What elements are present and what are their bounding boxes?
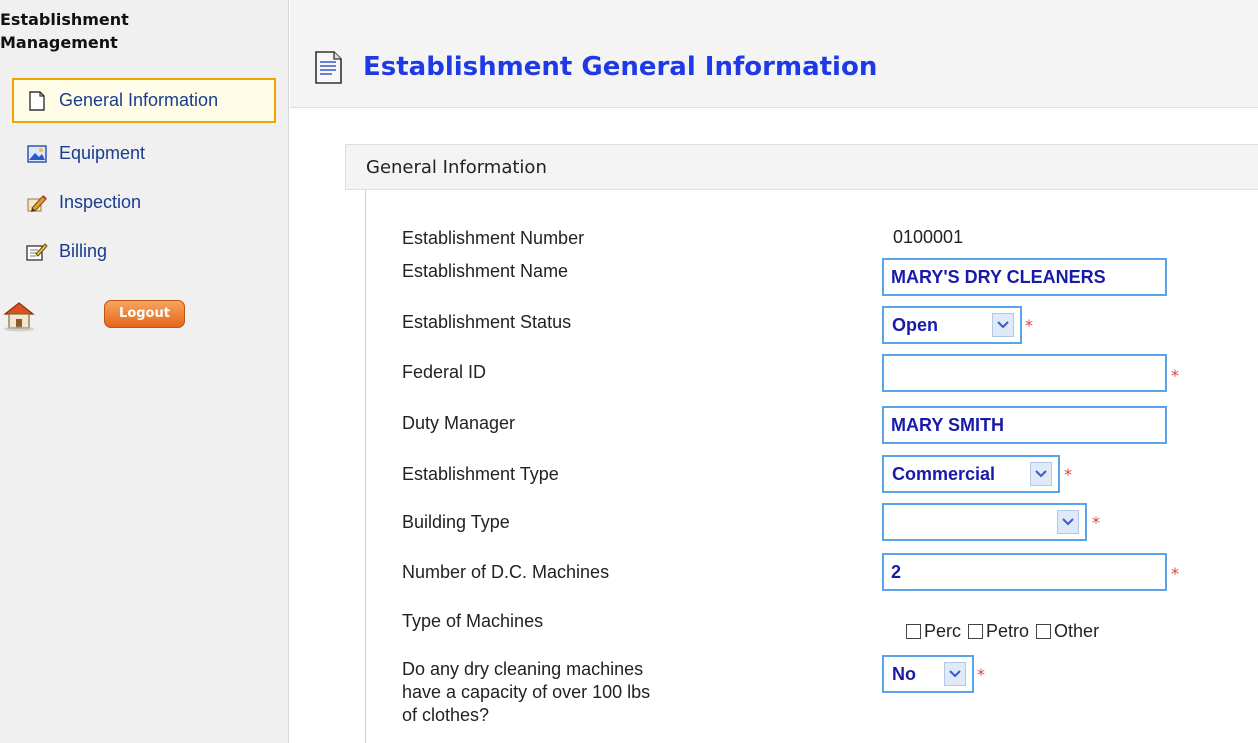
sidebar: Establishment Management General Informa… (0, 0, 289, 743)
sidebar-item-label: Billing (59, 241, 108, 261)
federal-id-label: Federal ID (402, 362, 487, 382)
establishment-type-label: Establishment Type (402, 464, 559, 484)
required-marker: * (977, 665, 985, 684)
chevron-down-icon[interactable] (1057, 510, 1079, 534)
establishment-name-field[interactable]: MARY'S DRY CLEANERS (882, 258, 1167, 296)
sidebar-title: Establishment Management (0, 10, 129, 52)
capacity-select[interactable]: No (882, 655, 974, 693)
home-icon[interactable] (2, 300, 36, 332)
other-label: Other (1054, 621, 1100, 641)
section-title: General Information (366, 156, 547, 178)
perc-label: Perc (924, 621, 962, 641)
dc-machines-label: Number of D.C. Machines (402, 562, 610, 582)
capacity-value: No (892, 663, 916, 684)
capacity-question-line-3: of clothes? (402, 705, 490, 725)
required-marker: * (1025, 316, 1033, 335)
sidebar-item-label: General Information (59, 90, 219, 110)
perc-checkbox[interactable] (906, 624, 921, 639)
pencil-icon (26, 192, 48, 214)
sidebar-item-general-information[interactable]: General Information (12, 78, 276, 123)
page-icon (26, 90, 48, 112)
edit-icon (26, 241, 48, 263)
machine-types-label: Type of Machines (402, 611, 544, 631)
establishment-status-label: Establishment Status (402, 312, 572, 332)
capacity-question-line-2: have a capacity of over 100 lbs (402, 682, 651, 702)
sidebar-item-label: Inspection (59, 192, 142, 212)
document-icon (310, 48, 346, 86)
sidebar-item-inspection[interactable]: Inspection (12, 180, 276, 225)
petro-label: Petro (986, 621, 1030, 641)
section-divider (365, 190, 366, 743)
establishment-type-value: Commercial (892, 463, 996, 484)
establishment-status-value: Open (892, 314, 939, 335)
dc-machines-field[interactable]: 2 (882, 553, 1167, 591)
establishment-number-label: Establishment Number (402, 228, 585, 248)
chevron-down-icon[interactable] (992, 313, 1014, 337)
building-type-label: Building Type (402, 512, 510, 532)
petro-checkbox[interactable] (968, 624, 984, 639)
establishment-name-label: Establishment Name (402, 261, 569, 281)
duty-manager-field[interactable]: MARY SMITH (882, 406, 1167, 444)
building-type-select[interactable] (882, 503, 1087, 541)
duty-manager-label: Duty Manager (402, 413, 516, 433)
sidebar-item-equipment[interactable]: Equipment (12, 131, 276, 176)
chevron-down-icon[interactable] (1030, 462, 1052, 486)
other-checkbox[interactable] (1036, 624, 1052, 639)
sidebar-item-label: Equipment (59, 143, 146, 163)
establishment-number-value: 0100001 (893, 227, 964, 247)
chevron-down-icon[interactable] (944, 662, 966, 686)
required-marker: * (1092, 513, 1100, 532)
establishment-type-select[interactable]: Commercial (882, 455, 1060, 493)
required-marker: * (1171, 564, 1179, 583)
machine-types-group: Perc Petro Other (906, 621, 1106, 642)
logout-button[interactable]: Logout (104, 300, 185, 328)
establishment-status-select[interactable]: Open (882, 306, 1022, 344)
required-marker: * (1171, 366, 1179, 385)
federal-id-field[interactable] (882, 354, 1167, 392)
page-title: Establishment General Information (363, 52, 878, 82)
section-header: General Information (345, 144, 1258, 190)
image-icon (26, 143, 48, 165)
sidebar-item-billing[interactable]: Billing (12, 229, 276, 274)
required-marker: * (1064, 465, 1072, 484)
capacity-question-line-1: Do any dry cleaning machines (402, 659, 644, 679)
